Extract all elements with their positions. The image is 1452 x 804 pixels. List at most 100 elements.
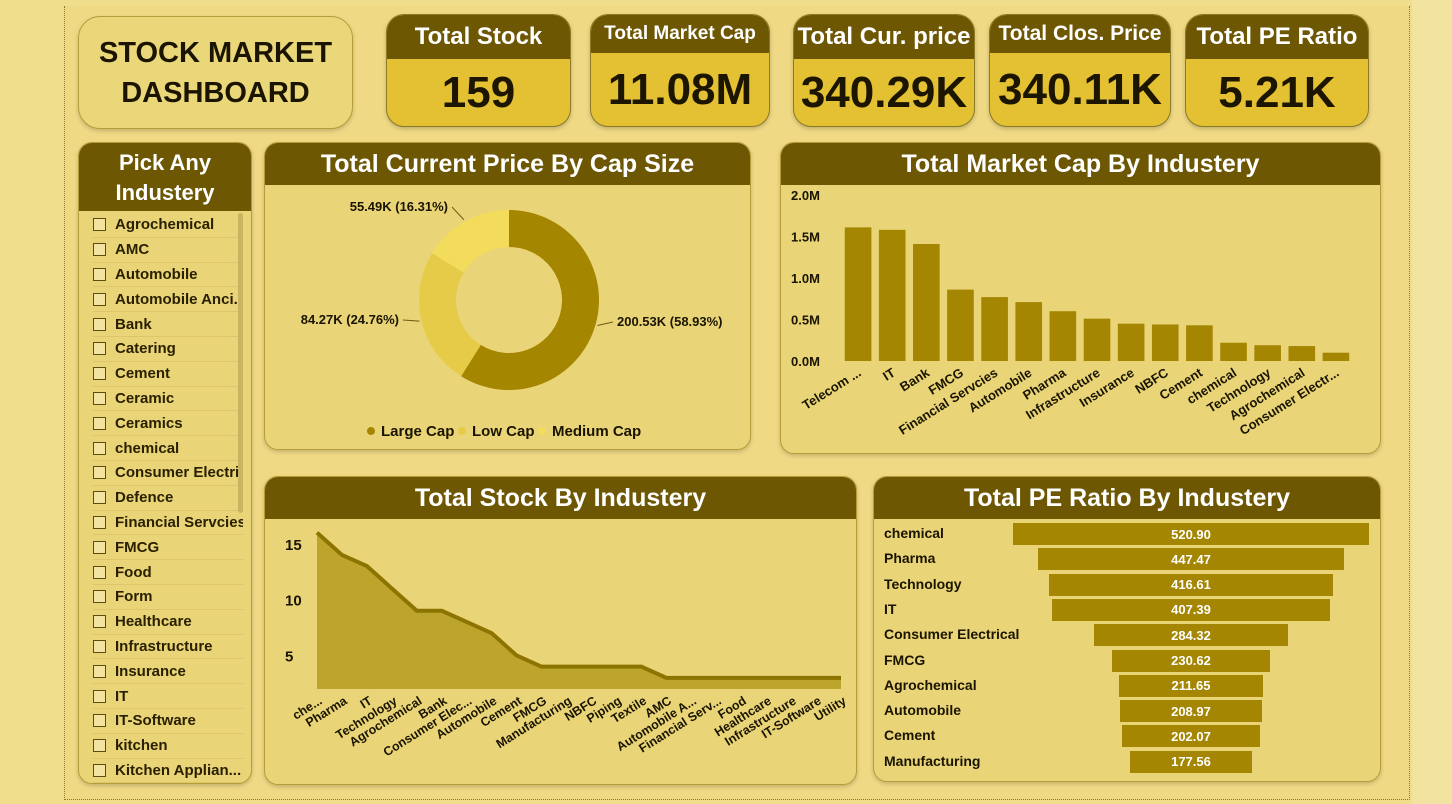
checkbox-icon[interactable] — [93, 714, 106, 728]
kpi-value: 340.11K — [998, 65, 1162, 114]
slicer-scrollbar[interactable] — [238, 213, 243, 513]
bar — [913, 243, 940, 361]
category-label: Pharma — [884, 550, 936, 567]
kpi-label: Total Stock — [387, 15, 570, 59]
donut-slice — [418, 253, 481, 377]
kpi-label: Total Market Cap — [591, 15, 769, 53]
slicer-item[interactable]: Automobile — [93, 263, 243, 288]
slicer-item[interactable]: Food — [93, 560, 243, 585]
slicer-item-label: Healthcare — [115, 613, 192, 631]
kpi-total-current-price: Total Cur. price 340.29K — [793, 14, 975, 127]
checkbox-icon[interactable] — [93, 515, 106, 529]
slicer-item[interactable]: Defence — [93, 486, 243, 511]
checkbox-icon[interactable] — [93, 689, 106, 703]
slicer-item-label: Form — [115, 588, 153, 606]
slicer-item[interactable]: Form — [93, 585, 243, 610]
checkbox-icon[interactable] — [93, 540, 106, 554]
slicer-item[interactable]: kitchen — [93, 734, 243, 759]
checkbox-icon[interactable] — [93, 664, 106, 678]
slicer-item[interactable]: AMC — [93, 238, 243, 263]
checkbox-icon[interactable] — [93, 441, 106, 455]
slicer-item[interactable]: Agrochemical — [93, 213, 243, 238]
checkbox-icon[interactable] — [93, 292, 106, 306]
checkbox-icon[interactable] — [93, 639, 106, 653]
slicer-item-label: Kitchen Applian... — [115, 761, 242, 779]
funnel-bar: 416.61 — [1048, 573, 1334, 596]
title-line-1: STOCK MARKET — [98, 36, 333, 69]
slicer-item[interactable]: FMCG — [93, 535, 243, 561]
slicer-item-label: Bank — [115, 315, 152, 333]
funnel-bar: 230.62 — [1112, 649, 1270, 672]
slicer-item-label: Defence — [115, 489, 174, 507]
data-label: 55.49K (16.31%) — [350, 199, 448, 214]
y-tick-label: 0.0M — [791, 354, 820, 369]
slicer-item[interactable]: Automobile Anci... — [93, 287, 243, 313]
slicer-item-label: Ceramic — [115, 389, 175, 407]
checkbox-icon[interactable] — [93, 565, 106, 579]
funnel-row: chemical 520.90 — [874, 521, 1380, 546]
checkbox-icon[interactable] — [93, 367, 106, 381]
slicer-item[interactable]: Catering — [93, 337, 243, 362]
slicer-item-label: Financial Servcies — [115, 513, 243, 531]
checkbox-icon[interactable] — [93, 416, 106, 430]
bar — [981, 297, 1008, 361]
checkbox-icon[interactable] — [93, 590, 106, 604]
slicer-item-label: Automobile Anci... — [115, 290, 243, 308]
checkbox-icon[interactable] — [93, 739, 106, 753]
slicer-item-label: Consumer Electri... — [115, 464, 243, 482]
checkbox-icon[interactable] — [93, 342, 106, 356]
funnel-bar: 284.32 — [1093, 624, 1289, 647]
checkbox-icon[interactable] — [93, 466, 106, 480]
y-tick-label: 5 — [285, 648, 293, 665]
slicer-item[interactable]: chemical — [93, 436, 243, 461]
slicer-item[interactable]: Cement — [93, 362, 243, 387]
slicer-item[interactable]: Bank — [93, 312, 243, 337]
bar — [1322, 352, 1350, 361]
y-tick-label: 2.0M — [791, 188, 820, 203]
category-label: Automobile — [884, 702, 961, 719]
checkbox-icon[interactable] — [93, 243, 106, 257]
leader-line — [402, 319, 420, 322]
y-tick-label: 10 — [285, 593, 302, 610]
slicer-item[interactable]: Healthcare — [93, 610, 243, 635]
legend-label: Low Cap — [472, 423, 535, 440]
bar — [1254, 345, 1281, 361]
bar — [1083, 318, 1111, 361]
title-line-2: DASHBOARD — [121, 76, 310, 109]
donut-chart-panel: Total Current Price By Cap Size 200.53K … — [264, 142, 751, 450]
slicer-item-label: chemical — [115, 439, 180, 457]
slicer-title: Pick Any Industery — [79, 143, 251, 211]
slicer-item[interactable]: Ceramics — [93, 411, 243, 437]
bar — [1186, 325, 1213, 361]
checkbox-icon[interactable] — [93, 763, 106, 777]
stock-area-chart-panel: Total Stock By Industery 5 10 15 che... Phar… — [264, 476, 857, 785]
slicer-item[interactable]: Insurance — [93, 659, 243, 685]
slicer-item[interactable]: Ceramic — [93, 387, 243, 412]
slicer-item[interactable]: Consumer Electri... — [93, 461, 243, 486]
checkbox-icon[interactable] — [93, 615, 106, 629]
slicer-item[interactable]: Financial Servcies — [93, 511, 243, 536]
leader-line — [597, 321, 614, 326]
legend-label: Medium Cap — [552, 423, 641, 440]
checkbox-icon[interactable] — [93, 391, 106, 405]
category-label: Cement — [884, 727, 936, 744]
slicer-item-label: Agrochemical — [115, 216, 215, 234]
checkbox-icon[interactable] — [93, 218, 106, 232]
slicer-item[interactable]: Infrastructure — [93, 635, 243, 660]
slicer-item[interactable]: IT-Software — [93, 709, 243, 734]
bar — [878, 229, 906, 361]
kpi-total-stock: Total Stock 159 — [386, 14, 571, 127]
slicer-item[interactable]: Kitchen Applian... — [93, 759, 243, 783]
funnel-row: Manufacturing 177.56 — [874, 749, 1380, 774]
legend-marker-icon — [538, 427, 546, 435]
checkbox-icon[interactable] — [93, 267, 106, 281]
funnel-row: Technology 416.61 — [874, 572, 1380, 597]
checkbox-icon[interactable] — [93, 317, 106, 331]
kpi-value: 159 — [441, 68, 516, 117]
slicer-item-label: Cement — [115, 365, 171, 383]
funnel-bar: 177.56 — [1130, 750, 1252, 773]
slicer-item[interactable]: IT — [93, 684, 243, 709]
checkbox-icon[interactable] — [93, 491, 106, 505]
slicer-item-label: Automobile — [115, 265, 198, 283]
category-label: chemical — [884, 525, 944, 541]
